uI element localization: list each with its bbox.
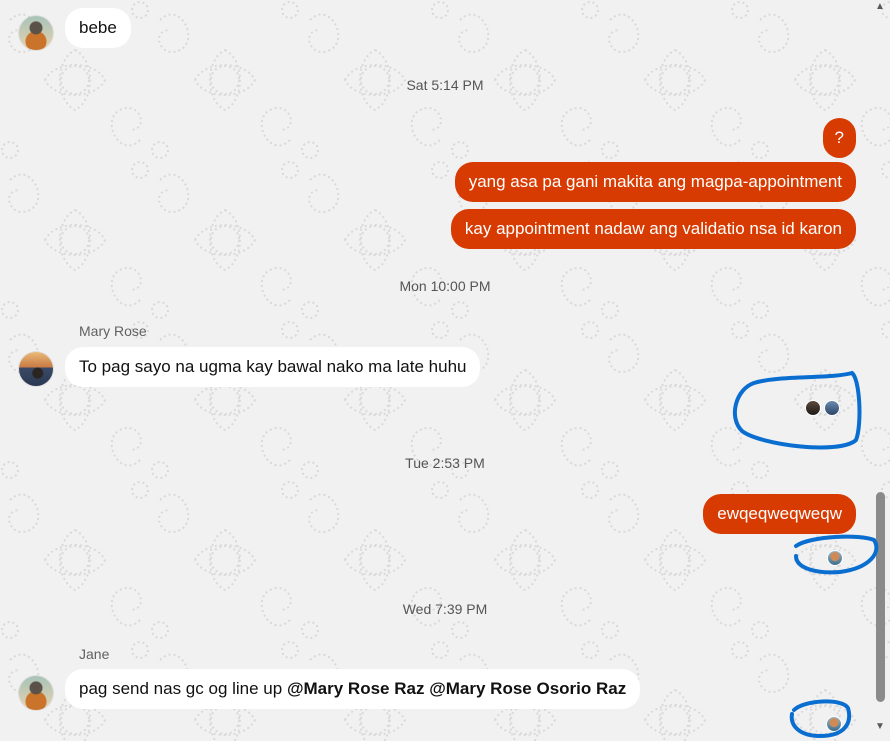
avatar-jane[interactable] <box>19 16 53 50</box>
mention-link[interactable]: @Mary Rose Raz <box>287 679 425 698</box>
sender-name: Jane <box>79 646 110 662</box>
avatar-jane[interactable] <box>19 676 53 710</box>
message-bubble-outgoing[interactable]: ewqeqweqweqw <box>703 494 856 534</box>
timestamp-divider: Wed 7:39 PM <box>402 601 488 617</box>
message-text: pag send nas gc og line up <box>79 679 287 698</box>
message-text: ? <box>834 128 844 147</box>
mention-link[interactable]: @Mary Rose Osorio Raz <box>429 679 626 698</box>
message-bubble-outgoing[interactable]: ? <box>822 118 856 158</box>
message-text: yang asa pa gani makita ang magpa-appoin… <box>468 172 842 191</box>
message-bubble-outgoing[interactable]: kay appointment nadaw ang validatio nsa … <box>450 209 856 249</box>
read-receipt-avatar-icon <box>827 550 843 566</box>
read-receipt-avatar-icon <box>826 716 842 732</box>
sender-name: Mary Rose <box>79 323 147 339</box>
message-text: bebe <box>79 18 117 37</box>
message-bubble-outgoing[interactable]: yang asa pa gani makita ang magpa-appoin… <box>454 162 856 202</box>
message-bubble-incoming[interactable]: bebe <box>65 8 131 48</box>
annotation-circle <box>789 699 852 739</box>
timestamp-divider: Mon 10:00 PM <box>399 278 491 294</box>
message-text: kay appointment nadaw ang validatio nsa … <box>464 219 842 238</box>
avatar-mary-rose[interactable] <box>19 352 53 386</box>
read-receipt-avatar-icon <box>824 400 840 416</box>
annotation-circle <box>732 371 862 450</box>
message-text: To pag sayo na ugma kay bawal nako ma la… <box>79 357 467 376</box>
timestamp-divider: Sat 5:14 PM <box>406 77 484 93</box>
read-receipt-avatar-icon <box>805 400 821 416</box>
message-bubble-incoming[interactable]: pag send nas gc og line up @Mary Rose Ra… <box>65 669 641 709</box>
message-thread: bebe Sat 5:14 PM ? yang asa pa gani maki… <box>0 0 890 741</box>
message-text: ewqeqweqweqw <box>717 504 842 523</box>
timestamp-divider: Tue 2:53 PM <box>405 455 485 471</box>
message-bubble-incoming[interactable]: To pag sayo na ugma kay bawal nako ma la… <box>65 347 481 387</box>
